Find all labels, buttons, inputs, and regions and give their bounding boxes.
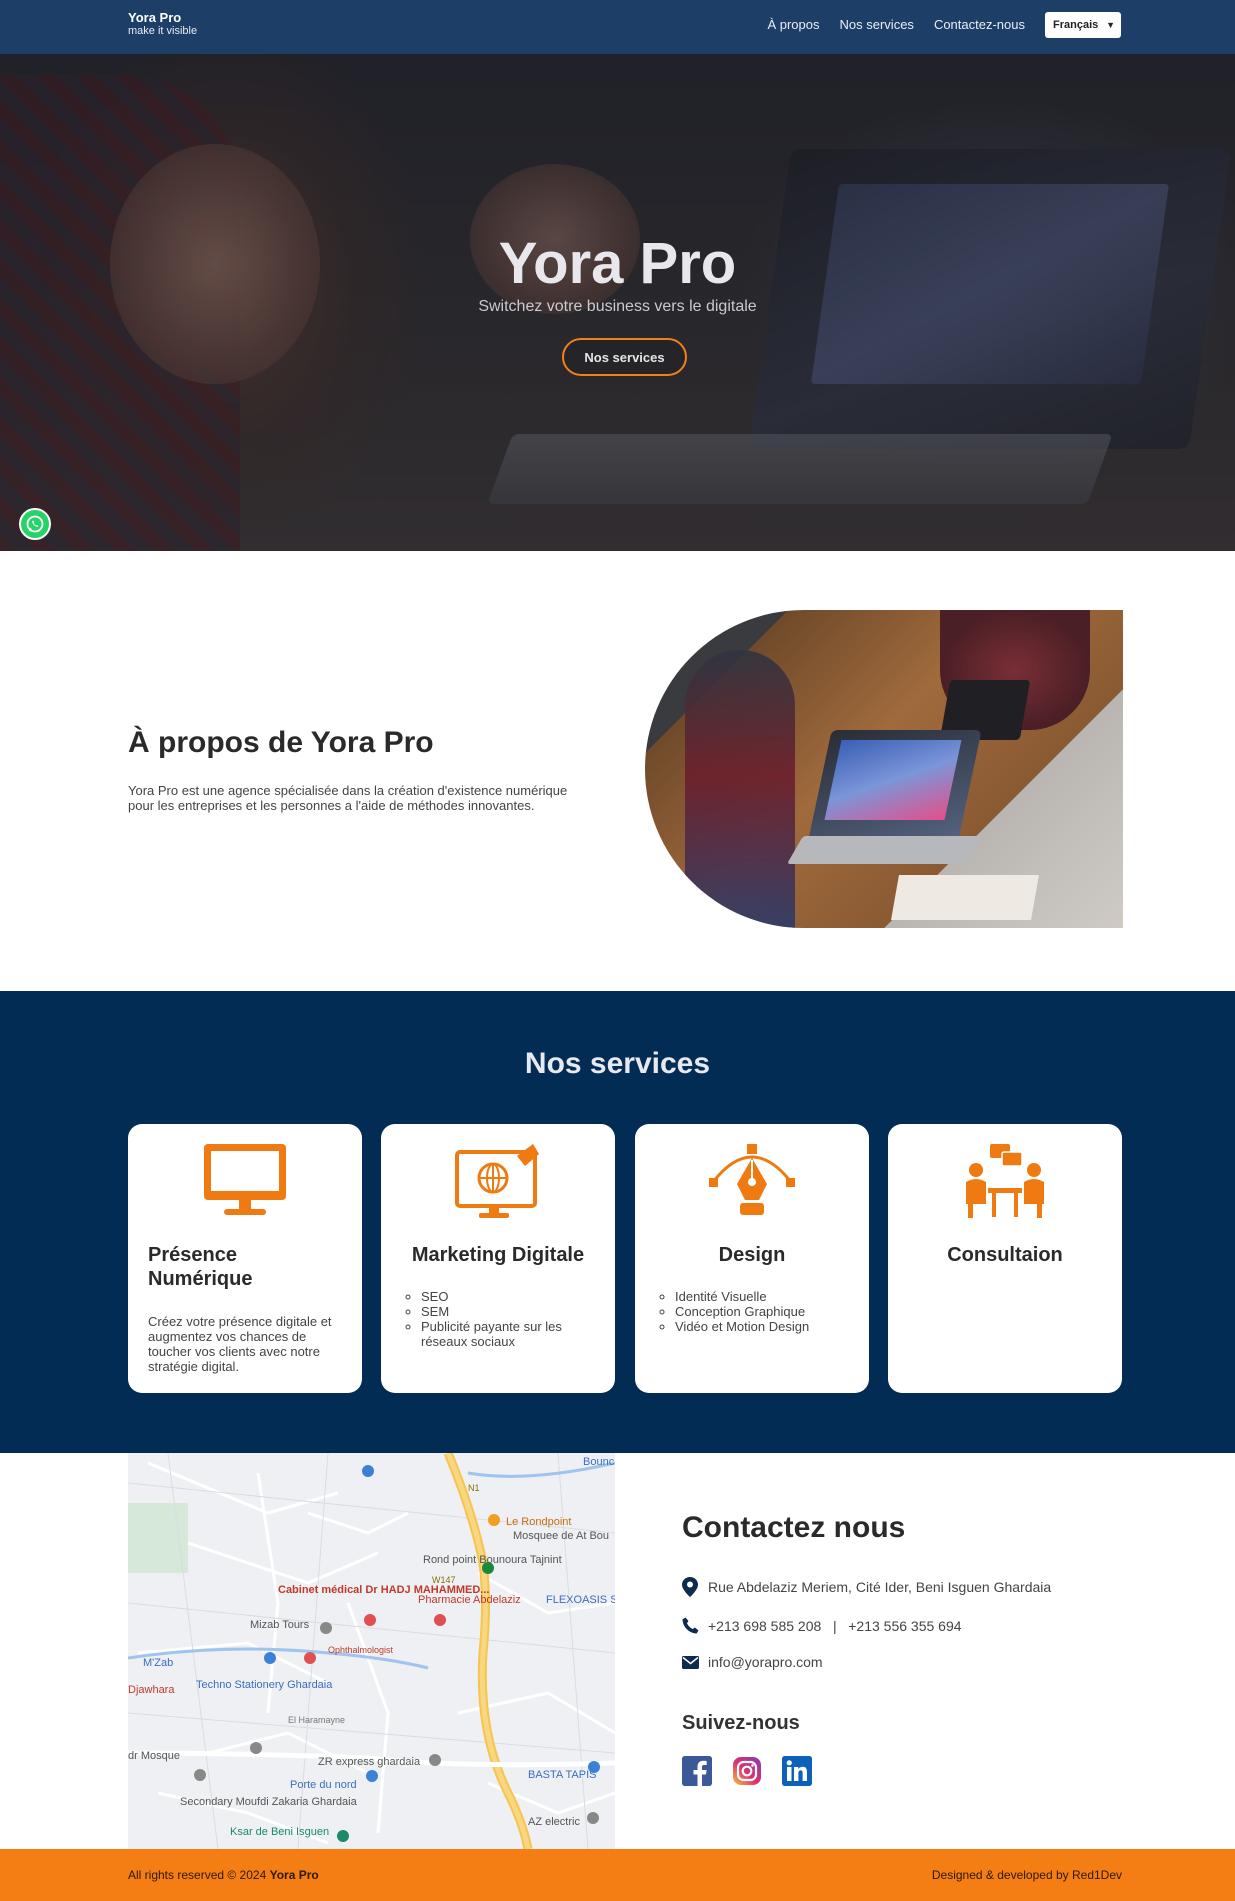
map-label: Bounc (583, 1456, 615, 1468)
footer: All rights reserved © 2024 Yora Pro Desi… (0, 1849, 1235, 1901)
nav-links: À propos Nos services Contactez-nous Fra… (767, 12, 1121, 38)
map-label: FLEXOASIS Shopping mall (546, 1594, 615, 1606)
about-title: À propos de Yora Pro (128, 726, 434, 759)
nav-link-about[interactable]: À propos (767, 12, 819, 38)
map-label: Porte du nord (290, 1779, 357, 1791)
photo-notebook (891, 875, 1039, 920)
follow-title: Suivez-nous (682, 1712, 800, 1734)
map-label: ZR express ghardaia (318, 1756, 421, 1768)
mail-icon (682, 1655, 708, 1669)
brand-logo[interactable]: Yora Pro make it visible (128, 10, 197, 38)
map-pin-icon (682, 1577, 708, 1597)
language-value: Français (1053, 19, 1099, 31)
map-label: BASTA TAPIS (528, 1769, 596, 1781)
service-card-design: Design Identité Visuelle Conception Grap… (635, 1124, 869, 1393)
list-item: Identité Visuelle (675, 1289, 849, 1304)
nav-link-contact[interactable]: Contactez-nous (934, 12, 1025, 38)
hero-section: Yora Pro Switchez votre business vers le… (0, 54, 1235, 551)
map-label: dr Mosque (128, 1750, 180, 1762)
map-label: W147 (432, 1575, 456, 1585)
about-text: Yora Pro est une agence spécialisée dans… (128, 783, 568, 813)
hero-title: Yora Pro (498, 231, 737, 296)
contact-title: Contactez nous (682, 1511, 906, 1544)
map-label: Mosquee de At Bou (513, 1530, 609, 1542)
map-label: Mizab Tours (250, 1619, 310, 1631)
about-photo (645, 610, 1123, 928)
map-label: Secondary Moufdi Zakaria Ghardaia (180, 1796, 358, 1808)
phone-text[interactable]: +213 698 585 208 | +213 556 355 694 (708, 1618, 962, 1634)
copyright-text: All rights reserved © 2024 (128, 1868, 270, 1882)
list-item: SEM (421, 1304, 595, 1319)
map-label: N1 (468, 1483, 480, 1493)
hero-services-button[interactable]: Nos services (562, 338, 687, 376)
service-list: Identité Visuelle Conception Graphique V… (655, 1289, 849, 1334)
service-title: Design (718, 1244, 786, 1266)
consultation-icon (888, 1142, 1122, 1222)
contact-phone: +213 698 585 208 | +213 556 355 694 (682, 1617, 962, 1634)
services-title: Nos services (524, 1047, 711, 1080)
map-label: Techno Stationery Ghardaia (196, 1679, 333, 1691)
footer-copyright: All rights reserved © 2024 Yora Pro (128, 1868, 319, 1882)
photo-laptop-base (786, 836, 984, 864)
language-select[interactable]: Français ▼ (1045, 12, 1121, 38)
email-text[interactable]: info@yorapro.com (708, 1654, 823, 1670)
contact-address: Rue Abdelaziz Meriem, Cité Ider, Beni Is… (682, 1577, 1051, 1597)
footer-brand: Yora Pro (269, 1868, 319, 1882)
map-label: Djawhara (128, 1684, 175, 1696)
map-label: Ophthalmologist (328, 1645, 394, 1655)
service-text: Créez votre présence digitale et augment… (148, 1314, 332, 1374)
services-section: Nos services Présence Numérique Créez vo… (0, 991, 1235, 1453)
service-card-marketing: Marketing Digitale SEO SEM Publicité pay… (381, 1124, 615, 1393)
brand-subtitle: make it visible (128, 25, 198, 37)
list-item: Conception Graphique (675, 1304, 849, 1319)
service-title: Consultaion (947, 1244, 1063, 1266)
contact-email: info@yorapro.com (682, 1654, 823, 1670)
map-label: El Haramayne (288, 1715, 345, 1725)
photo-laptop-screen (824, 740, 962, 820)
map-label: Ksar de Beni Isguen (230, 1826, 329, 1838)
map-label: Pharmacie Abdelaziz (418, 1594, 521, 1606)
list-item: SEO (421, 1289, 595, 1304)
service-title: Marketing Digitale (411, 1244, 585, 1266)
facebook-icon[interactable] (682, 1756, 712, 1786)
list-item: Vidéo et Motion Design (675, 1319, 849, 1334)
navbar: Yora Pro make it visible À propos Nos se… (0, 0, 1235, 54)
brand-title: Yora Pro (128, 10, 182, 25)
photo-person (685, 650, 795, 928)
monitor-icon (128, 1142, 362, 1222)
location-map[interactable]: Le Rondpoint Mosquee de At Bou Rond poin… (128, 1453, 615, 1849)
social-links (682, 1756, 832, 1786)
map-label: AZ electric (528, 1816, 580, 1828)
linkedin-icon[interactable] (782, 1756, 812, 1786)
service-title: Présence Numérique (148, 1244, 253, 1290)
instagram-icon[interactable] (732, 1756, 762, 1786)
nav-link-services[interactable]: Nos services (840, 12, 914, 38)
service-card-presence: Présence Numérique Créez votre présence … (128, 1124, 362, 1393)
pen-tool-icon (635, 1142, 869, 1222)
list-item: Publicité payante sur les réseaux sociau… (421, 1319, 595, 1349)
map-label: Le Rondpoint (506, 1516, 571, 1528)
chevron-down-icon: ▼ (1106, 20, 1115, 30)
hero-subtitle: Switchez votre business vers le digitale (478, 298, 757, 315)
digital-marketing-icon (381, 1142, 615, 1222)
address-text: Rue Abdelaziz Meriem, Cité Ider, Beni Is… (708, 1579, 1052, 1595)
whatsapp-icon[interactable] (19, 508, 51, 540)
map-label: M'Zab (143, 1657, 173, 1669)
service-card-consultation: Consultaion (888, 1124, 1122, 1393)
service-list: SEO SEM Publicité payante sur les réseau… (401, 1289, 595, 1349)
footer-credit[interactable]: Designed & developed by Red1Dev (932, 1868, 1122, 1882)
phone-icon (682, 1617, 708, 1634)
